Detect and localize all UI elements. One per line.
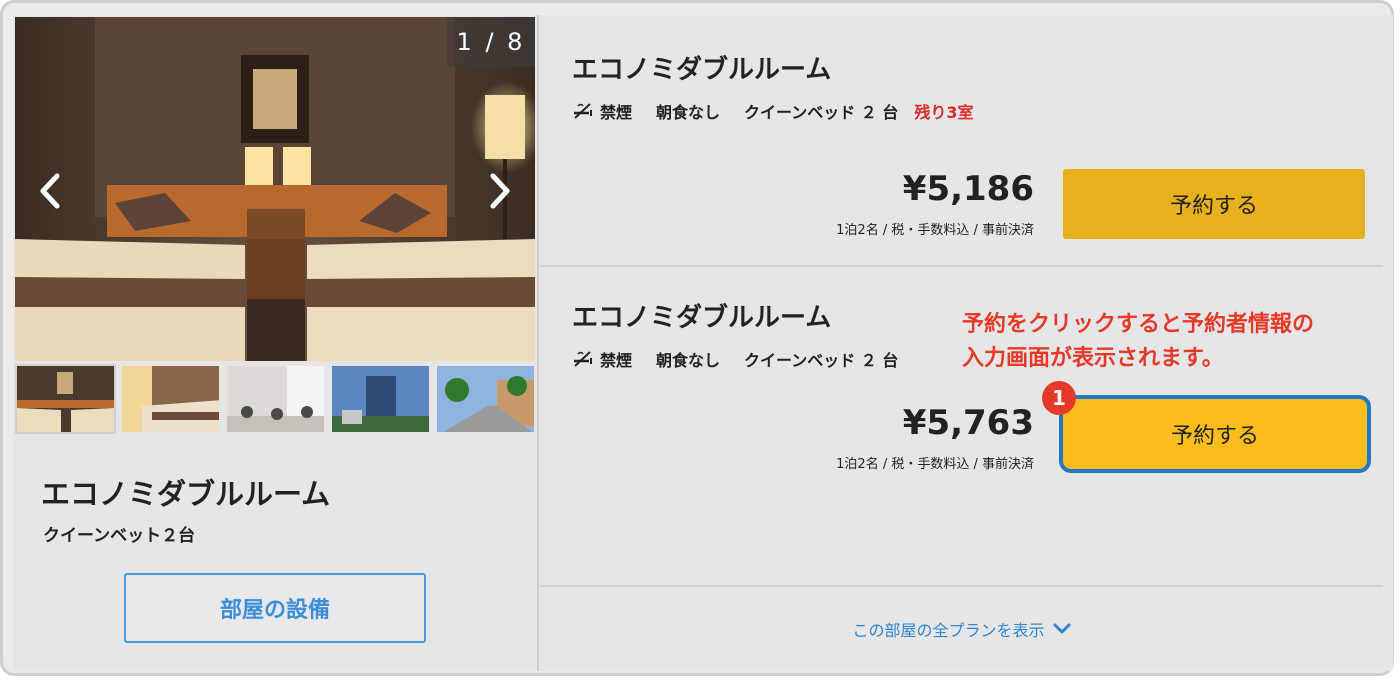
meal-label: 朝食なし bbox=[656, 351, 721, 370]
room-bed-info: クイーンベット２台 bbox=[43, 526, 196, 546]
annotation-line-1: 予約をクリックすると予約者情報の bbox=[962, 312, 1315, 337]
room-summary-panel: 1 / 8 エコノミダブルルーム クイーンベット２台 部屋の設備 bbox=[13, 15, 539, 671]
plan-attributes: 禁煙 朝食なし クイーンベッド ２ 台 残り3室 bbox=[572, 99, 974, 123]
thumbnail-lobby[interactable] bbox=[225, 364, 326, 434]
smoking-label: 禁煙 bbox=[600, 351, 633, 370]
thumbnail-street-view[interactable] bbox=[435, 364, 536, 434]
bed-label: クイーンベッド ２ 台 bbox=[744, 103, 899, 122]
thumbnail-hotel-exterior[interactable] bbox=[330, 364, 431, 434]
show-all-plans-link[interactable]: この部屋の全プランを表示 bbox=[540, 587, 1383, 671]
no-smoking-icon bbox=[574, 351, 592, 367]
room-photo-image bbox=[15, 17, 535, 361]
photo-counter: 1 / 8 bbox=[447, 17, 535, 67]
plan-title: エコノミダブルルーム bbox=[572, 303, 832, 333]
plan-title: エコノミダブルルーム bbox=[572, 55, 832, 85]
chevron-down-icon bbox=[1053, 623, 1070, 634]
plan-price: ¥5,763 bbox=[902, 403, 1034, 443]
bed-label: クイーンベッド ２ 台 bbox=[744, 351, 899, 370]
next-photo-button[interactable] bbox=[481, 167, 521, 215]
plan-card-2: エコノミダブルルーム 禁煙 朝食なし クイーンベッド ２ 台 予約をクリックする… bbox=[540, 267, 1383, 587]
chevron-left-icon bbox=[40, 173, 60, 209]
step-number-badge: 1 bbox=[1042, 381, 1076, 415]
reserve-annotation: 予約をクリックすると予約者情報の 入力画面が表示されます。 bbox=[962, 308, 1314, 376]
thumbnail-room-twin-2[interactable] bbox=[120, 364, 221, 434]
prev-photo-button[interactable] bbox=[29, 167, 69, 215]
reserve-button[interactable]: 予約する bbox=[1063, 169, 1365, 239]
room-name: エコノミダブルルーム bbox=[41, 477, 331, 511]
plan-price: ¥5,186 bbox=[902, 169, 1034, 209]
chevron-right-icon bbox=[490, 173, 510, 209]
price-note: 1泊2名 / 税・手数料込 / 事前決済 bbox=[836, 457, 1034, 472]
price-note: 1泊2名 / 税・手数料込 / 事前決済 bbox=[836, 223, 1034, 238]
plan-card-1: エコノミダブルルーム 禁煙 朝食なし クイーンベッド ２ 台 残り3室 ¥5,1… bbox=[540, 15, 1383, 267]
room-card: 1 / 8 エコノミダブルルーム クイーンベット２台 部屋の設備 エコノミダブル… bbox=[13, 15, 1393, 671]
room-amenities-button[interactable]: 部屋の設備 bbox=[124, 573, 426, 643]
room-photo: 1 / 8 bbox=[15, 17, 535, 361]
thumbnail-room-twin[interactable] bbox=[15, 364, 116, 434]
photo-thumbnails bbox=[15, 364, 537, 438]
room-card-frame: 1 / 8 エコノミダブルルーム クイーンベット２台 部屋の設備 エコノミダブル… bbox=[0, 0, 1394, 676]
no-smoking-icon bbox=[574, 103, 592, 119]
rooms-left-badge: 残り3室 bbox=[914, 103, 974, 122]
smoking-label: 禁煙 bbox=[600, 103, 633, 122]
show-all-plans-label: この部屋の全プランを表示 bbox=[852, 621, 1045, 640]
meal-label: 朝食なし bbox=[656, 103, 721, 122]
annotation-line-2: 入力画面が表示されます。 bbox=[962, 346, 1224, 371]
plan-attributes: 禁煙 朝食なし クイーンベッド ２ 台 bbox=[572, 347, 898, 371]
reserve-button-highlighted[interactable]: 予約する bbox=[1059, 395, 1371, 473]
